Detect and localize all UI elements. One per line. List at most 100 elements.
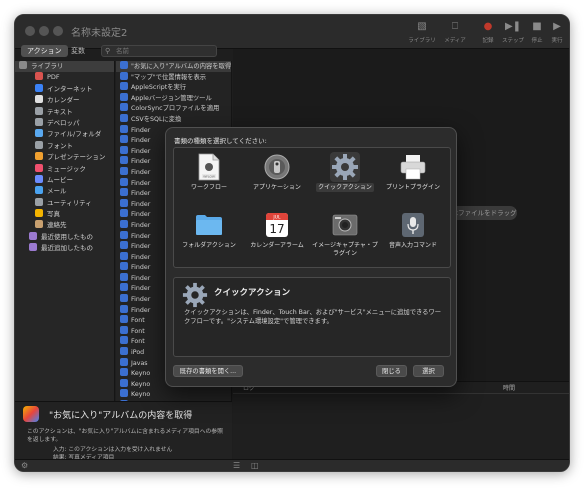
variables-tab[interactable]: 変数 — [65, 45, 91, 57]
gear-icon — [330, 152, 360, 182]
action-icon — [120, 82, 128, 91]
action-icon — [120, 347, 128, 356]
action-icon — [120, 198, 128, 207]
search-input[interactable]: ⚲ 名前 — [101, 45, 217, 57]
close-window-button[interactable] — [25, 26, 35, 36]
library-item[interactable]: デベロッパ — [15, 117, 114, 129]
media-icon: ⎕ — [452, 21, 458, 32]
action-item-label: Finder — [131, 147, 151, 155]
library-item[interactable]: ライブラリ — [15, 61, 114, 73]
action-item-label: Finder — [131, 179, 151, 187]
action-item-label: Finder — [131, 274, 151, 282]
library-item[interactable]: 写真 — [15, 209, 114, 220]
action-icon — [120, 71, 128, 80]
action-item-label: Finder — [131, 190, 151, 198]
type-folder-action[interactable]: フォルダアクション — [176, 210, 242, 250]
library-item-label: ファイル/フォルダ — [47, 130, 102, 139]
action-item-label: Finder — [131, 137, 151, 145]
action-item[interactable]: AppleScriptを実行 — [116, 82, 231, 93]
action-item[interactable]: ColorSyncプロファイルを適用 — [116, 103, 231, 114]
category-icon — [35, 163, 43, 172]
type-quick-action[interactable]: クイックアクション — [312, 152, 378, 192]
library-item-label: ミュージック — [47, 164, 86, 173]
library-item[interactable]: ユーティリティ — [15, 197, 114, 209]
action-icon — [120, 241, 128, 250]
gear-menu-icon[interactable]: ⚙ — [21, 461, 28, 470]
search-icon: ⚲ — [105, 47, 111, 55]
library-item[interactable]: フォント — [15, 140, 114, 152]
library-item[interactable]: 連絡先 — [15, 220, 114, 231]
action-item-label: Font — [131, 327, 145, 335]
actions-tab[interactable]: アクション — [21, 45, 68, 57]
detail-title: クイックアクション — [214, 288, 291, 298]
type-workflow[interactable]: WFLOW ワークフロー — [176, 152, 242, 192]
action-item[interactable]: Appleバージョン管理ツール — [116, 92, 231, 104]
action-item-label: Font — [131, 338, 145, 346]
library-item[interactable]: カレンダー — [15, 95, 114, 106]
zoom-window-button[interactable] — [53, 26, 63, 36]
type-calendar-alarm[interactable]: JUL 17 カレンダーアラーム — [244, 210, 310, 250]
description-title: "お気に入り"アルバムの内容を取得 — [49, 411, 193, 421]
category-icon — [35, 152, 43, 161]
action-item-label: ColorSyncプロファイルを適用 — [131, 105, 220, 113]
action-item-label: CSVをSQLに変換 — [131, 115, 182, 123]
library-item[interactable]: 最近追加したもの — [15, 243, 114, 254]
dialog-title: 書類の種類を選択してください: — [174, 137, 267, 145]
category-icon — [35, 72, 43, 81]
type-label: 音声入力コマンド — [388, 242, 437, 249]
library-item-label: デベロッパ — [47, 118, 80, 127]
action-item[interactable]: "お気に入り"アルバムの内容を取得 — [116, 61, 231, 72]
library-button[interactable]: ▧ ライブラリ — [407, 21, 437, 44]
library-button-label: ライブラリ — [408, 38, 436, 44]
action-item-label: Finder — [131, 221, 151, 229]
action-item[interactable]: CSVをSQLに変換 — [116, 113, 231, 125]
type-print-plugin[interactable]: プリントプラグイン — [380, 152, 446, 192]
open-existing-button[interactable]: 既存の書類を開く... — [173, 365, 243, 377]
library-item[interactable]: テキスト — [15, 106, 114, 118]
run-icon: ▶ — [553, 21, 561, 32]
action-description-panel: "お気に入り"アルバムの内容を取得 このアクションは、"お気に入り"アルバムに含… — [15, 401, 232, 461]
action-icon — [120, 315, 128, 324]
library-item-label: インターネット — [47, 84, 93, 93]
action-item-label: Keyno — [131, 370, 151, 378]
media-button[interactable]: ⎕ メディア — [440, 21, 470, 44]
library-item[interactable]: メール — [15, 186, 114, 197]
type-label: アプリケーション — [253, 184, 301, 191]
media-button-label: メディア — [444, 38, 466, 44]
close-button[interactable]: 閉じる — [376, 365, 407, 377]
library-item[interactable]: PDF — [15, 72, 114, 83]
list-view-icon[interactable]: ☰ — [233, 461, 240, 470]
category-icon — [29, 231, 37, 240]
action-item-label: Font — [131, 317, 145, 325]
document-type-grid: WFLOW ワークフロー アプリケーション クイックアクション プリントプラグイ… — [173, 147, 451, 268]
document-type-dialog: 書類の種類を選択してください: WFLOW ワークフロー アプリケーション クイ… — [165, 127, 457, 387]
action-item-label: Finder — [131, 232, 151, 240]
library-item[interactable]: ミュージック — [15, 163, 114, 175]
action-icon — [120, 156, 128, 165]
action-item[interactable]: "マップ"で位置情報を表示 — [116, 71, 231, 83]
action-item-label: Finder — [131, 158, 151, 166]
run-button[interactable]: ▶ 実行 — [542, 21, 569, 44]
choose-button[interactable]: 選択 — [413, 365, 444, 377]
library-item[interactable]: プレゼンテーション — [15, 152, 114, 163]
library-item[interactable]: ムービー — [15, 174, 114, 186]
selected-type-detail: クイックアクション クイックアクションは、Finder、Touch Bar、およ… — [173, 277, 451, 357]
type-image-capture-plugin[interactable]: イメージキャプチャ・プラグイン — [312, 210, 378, 257]
type-dictation-command[interactable]: 音声入力コマンド — [380, 210, 446, 250]
type-label: カレンダーアラーム — [250, 242, 304, 249]
action-icon — [120, 92, 128, 101]
library-item[interactable]: ファイル/フォルダ — [15, 129, 114, 140]
folder-icon — [194, 210, 224, 240]
library-item[interactable]: 最近使用したもの — [15, 231, 114, 243]
library-item[interactable]: インターネット — [15, 83, 114, 95]
action-item[interactable]: Keyno — [116, 389, 231, 400]
split-view-icon[interactable]: ◫ — [251, 461, 259, 470]
time-column-header[interactable]: 時間 — [503, 383, 515, 392]
category-icon — [35, 209, 43, 218]
action-icon — [120, 113, 128, 122]
run-button-label: 実行 — [551, 38, 563, 44]
bottom-bar: ⚙ ☰ ◫ — [15, 459, 569, 471]
type-application[interactable]: アプリケーション — [244, 152, 310, 192]
minimize-window-button[interactable] — [39, 26, 49, 36]
action-item-label: Finder — [131, 243, 151, 251]
